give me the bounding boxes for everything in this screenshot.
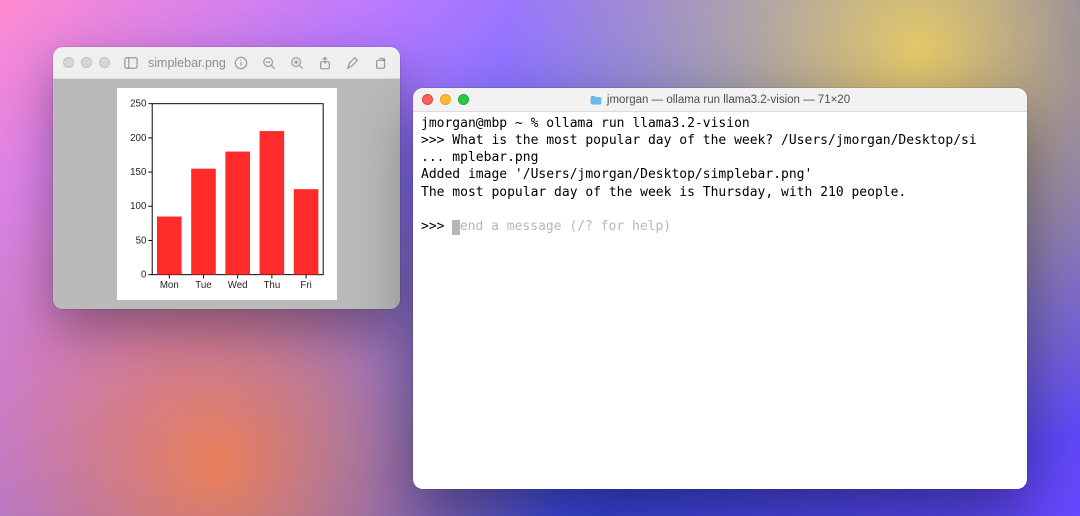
svg-text:150: 150 [130,167,147,178]
terminal-line: jmorgan@mbp ~ % ollama run llama3.2-visi… [421,115,1019,132]
terminal-placeholder: end a message (/? for help) [460,219,671,234]
zoom-in-icon[interactable] [290,56,304,70]
terminal-cursor [452,220,460,235]
svg-text:100: 100 [130,201,147,212]
terminal-window: jmorgan — ollama run llama3.2-vision — 7… [413,88,1027,489]
minimize-button[interactable] [81,57,92,68]
svg-text:Mon: Mon [159,280,178,291]
markup-icon[interactable] [346,56,360,70]
rotate-icon[interactable] [374,56,388,70]
minimize-button[interactable] [440,94,451,105]
chart-svg: 0 50 100 150 200 250 Mon Tue Wed Thu Fri [125,94,329,296]
maximize-button[interactable] [458,94,469,105]
terminal-line: ... mplebar.png [421,149,1019,166]
preview-traffic-lights [63,57,110,68]
image-preview: 0 50 100 150 200 250 Mon Tue Wed Thu Fri [117,88,337,300]
sidebar-toggle-icon[interactable] [124,56,138,70]
preview-content[interactable]: 0 50 100 150 200 250 Mon Tue Wed Thu Fri [53,79,400,309]
svg-text:Fri: Fri [300,280,311,291]
svg-text:0: 0 [140,270,146,281]
desktop-background: simplebar.png ›› 0 50 100 150 200 250 Mon Tue We… [0,0,1080,516]
terminal-line [421,201,1019,218]
svg-text:Thu: Thu [263,280,280,291]
preview-window: simplebar.png ›› 0 50 100 150 200 250 Mon Tue We… [53,47,400,309]
svg-text:50: 50 [135,235,146,246]
close-button[interactable] [63,57,74,68]
svg-text:Tue: Tue [195,280,211,291]
close-button[interactable] [422,94,433,105]
bar-chart: 0 50 100 150 200 250 Mon Tue Wed Thu Fri [125,94,329,296]
terminal-prompt-line[interactable]: >>> end a message (/? for help) [421,218,1019,235]
terminal-line: The most popular day of the week is Thur… [421,184,1019,201]
folder-icon [590,95,602,105]
terminal-traffic-lights [422,94,469,105]
terminal-titlebar[interactable]: jmorgan — ollama run llama3.2-vision — 7… [413,88,1027,112]
terminal-body[interactable]: jmorgan@mbp ~ % ollama run llama3.2-visi… [413,112,1027,489]
zoom-out-icon[interactable] [262,56,276,70]
info-icon[interactable] [234,56,248,70]
share-icon[interactable] [318,56,332,70]
preview-toolbar: ›› [234,55,400,70]
terminal-line: >>> What is the most popular day of the … [421,132,1019,149]
maximize-button[interactable] [99,57,110,68]
preview-titlebar[interactable]: simplebar.png ›› [53,47,400,79]
svg-text:Wed: Wed [227,280,247,291]
preview-title: simplebar.png [148,56,226,70]
terminal-title: jmorgan — ollama run llama3.2-vision — 7… [413,94,1027,106]
svg-text:200: 200 [130,133,147,144]
prompt-prefix: >>> [421,219,452,234]
terminal-line: Added image '/Users/jmorgan/Desktop/simp… [421,166,1019,183]
svg-text:250: 250 [130,99,147,110]
terminal-title-text: jmorgan — ollama run llama3.2-vision — 7… [607,94,850,106]
